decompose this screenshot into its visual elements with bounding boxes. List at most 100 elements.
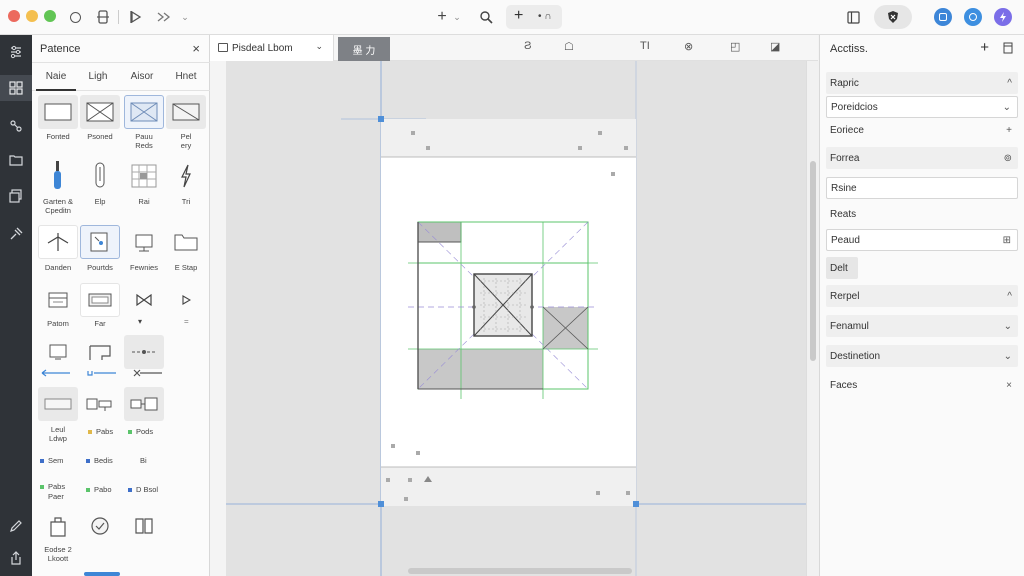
maximize-window-button[interactable] bbox=[44, 10, 56, 22]
lightning-icon[interactable] bbox=[166, 159, 206, 193]
insert-button[interactable]: + bbox=[514, 7, 523, 25]
arrow-line-icon[interactable] bbox=[40, 369, 72, 377]
shape-portrait-selected[interactable] bbox=[80, 225, 120, 259]
pen-icon[interactable] bbox=[0, 513, 32, 539]
shape-dotted-line[interactable] bbox=[124, 335, 164, 369]
palette-tab-2[interactable]: Ligh bbox=[78, 63, 118, 91]
vertical-scroll-thumb[interactable] bbox=[810, 161, 816, 361]
shield-button[interactable] bbox=[874, 5, 912, 29]
shape-dashboard[interactable] bbox=[38, 283, 78, 317]
shape-antenna[interactable] bbox=[38, 225, 78, 259]
property-row[interactable]: Forrea ⊚ bbox=[826, 147, 1018, 169]
triangle-right-icon[interactable] bbox=[166, 283, 206, 317]
shape-folder[interactable] bbox=[166, 225, 206, 259]
shape-rectangle[interactable] bbox=[38, 95, 78, 129]
add-chevron-icon[interactable]: ⌄ bbox=[452, 8, 462, 26]
shape-marker[interactable] bbox=[38, 159, 78, 193]
app-square-icon[interactable] bbox=[934, 8, 952, 26]
property-action-icon[interactable]: ⌄ bbox=[1004, 351, 1012, 362]
property-action-icon[interactable]: ⊞ bbox=[1003, 235, 1011, 246]
add-property-icon[interactable]: + bbox=[980, 39, 989, 56]
artboard-drawing[interactable] bbox=[226, 61, 806, 576]
palette-scroll-indicator[interactable] bbox=[84, 572, 120, 576]
legend-item[interactable]: Pabo bbox=[86, 485, 112, 494]
palette-tab-3[interactable]: Aisor bbox=[122, 63, 162, 91]
property-action-icon[interactable]: × bbox=[1006, 380, 1012, 391]
property-action-icon[interactable]: ⌄ bbox=[1003, 102, 1011, 113]
legend-item[interactable]: Pabs bbox=[88, 427, 113, 436]
shape-badge[interactable] bbox=[80, 509, 120, 543]
legend-item[interactable]: Bi bbox=[140, 456, 147, 465]
shape-monitor[interactable] bbox=[124, 225, 164, 259]
property-row[interactable]: Faces × bbox=[826, 374, 1018, 396]
property-row[interactable]: Rsine bbox=[826, 177, 1018, 199]
legend-item[interactable]: Pods bbox=[128, 427, 153, 436]
palette-tab-4[interactable]: Hnet bbox=[166, 63, 206, 91]
folder-icon[interactable] bbox=[0, 147, 32, 173]
shape-placeholder-selected[interactable] bbox=[124, 95, 164, 129]
minimize-window-button[interactable] bbox=[26, 10, 38, 22]
property-row[interactable]: Rapric ^ bbox=[826, 72, 1018, 94]
property-row[interactable]: Rerpel ^ bbox=[826, 285, 1018, 307]
shape-bag[interactable] bbox=[38, 509, 78, 543]
legend-item[interactable]: Sem bbox=[40, 456, 63, 465]
link-icon[interactable]: • ∩ bbox=[538, 11, 551, 22]
add-icon[interactable]: + bbox=[434, 8, 450, 26]
shape-switch[interactable] bbox=[80, 387, 120, 421]
shape-capsule[interactable] bbox=[80, 159, 120, 193]
shape-screen[interactable] bbox=[38, 335, 78, 369]
shape-slanted-box[interactable] bbox=[166, 95, 206, 129]
layers-icon[interactable] bbox=[0, 183, 32, 209]
shape-book[interactable] bbox=[124, 509, 164, 543]
plugin-icon[interactable] bbox=[0, 221, 32, 247]
property-action-icon[interactable]: ⌄ bbox=[1004, 321, 1012, 332]
sliders-icon[interactable] bbox=[0, 39, 32, 65]
bowtie-icon[interactable] bbox=[124, 283, 164, 317]
property-row[interactable]: Poreidcios ⌄ bbox=[826, 96, 1018, 118]
bookmark-tool-icon[interactable]: ◪ bbox=[770, 40, 780, 53]
chevron-down-icon[interactable]: ⌄ bbox=[180, 8, 190, 26]
property-row[interactable]: Reats bbox=[826, 203, 1018, 225]
horizontal-scroll-thumb[interactable] bbox=[408, 568, 632, 574]
palette-tab-1[interactable]: Naie bbox=[36, 63, 76, 91]
legend-item[interactable]: D Bsol bbox=[128, 485, 158, 494]
app-cloud-icon[interactable] bbox=[964, 8, 982, 26]
phone-icon[interactable] bbox=[96, 8, 110, 26]
palette-close-icon[interactable]: × bbox=[192, 41, 200, 56]
frame-tool-icon[interactable]: ◰ bbox=[730, 40, 740, 53]
x-line-icon[interactable] bbox=[132, 369, 164, 377]
property-row[interactable]: Destinetion ⌄ bbox=[826, 345, 1018, 367]
shape-window[interactable] bbox=[80, 283, 120, 317]
curve-tool-icon[interactable]: Ϩ bbox=[524, 40, 531, 52]
search-icon[interactable] bbox=[478, 8, 494, 26]
property-action-icon[interactable]: + bbox=[1006, 125, 1012, 136]
legend-item[interactable]: Pabs bbox=[40, 482, 65, 491]
shape-form-row[interactable] bbox=[38, 387, 78, 421]
property-row[interactable]: Peaud ⊞ bbox=[826, 229, 1018, 251]
shield-tool-icon[interactable]: ⊗ bbox=[684, 40, 693, 53]
shape-bracket[interactable] bbox=[80, 335, 120, 369]
app-lightning-icon[interactable] bbox=[994, 8, 1012, 26]
chevron-down-icon[interactable]: ▾ bbox=[138, 317, 142, 326]
shape-crossed-box[interactable] bbox=[80, 95, 120, 129]
shape-node-link[interactable] bbox=[124, 387, 164, 421]
property-action-icon[interactable]: ^ bbox=[1007, 291, 1012, 302]
canvas[interactable] bbox=[226, 61, 806, 576]
vertical-scrollbar[interactable] bbox=[806, 61, 819, 576]
circle-icon[interactable] bbox=[68, 8, 82, 26]
grid-icon[interactable] bbox=[0, 75, 32, 101]
fast-forward-icon[interactable] bbox=[156, 8, 172, 26]
document-tab[interactable]: Pisdeal Lbom ⌄ bbox=[210, 35, 334, 61]
play-icon[interactable] bbox=[128, 8, 144, 26]
property-action-icon[interactable]: ⊚ bbox=[1004, 153, 1012, 164]
property-row[interactable]: Delt bbox=[826, 257, 858, 279]
connector-icon[interactable] bbox=[86, 369, 118, 377]
text-tool-icon[interactable]: TI bbox=[640, 40, 650, 52]
close-window-button[interactable] bbox=[8, 10, 20, 22]
property-row[interactable]: Eoriece + bbox=[826, 119, 1018, 141]
property-row[interactable]: Fenamul ⌄ bbox=[826, 315, 1018, 337]
shirt-tool-icon[interactable]: ☖ bbox=[564, 40, 574, 53]
sidebar-toggle-icon[interactable] bbox=[846, 8, 860, 26]
export-icon[interactable] bbox=[0, 545, 32, 571]
legend-item[interactable]: Bedis bbox=[86, 456, 113, 465]
